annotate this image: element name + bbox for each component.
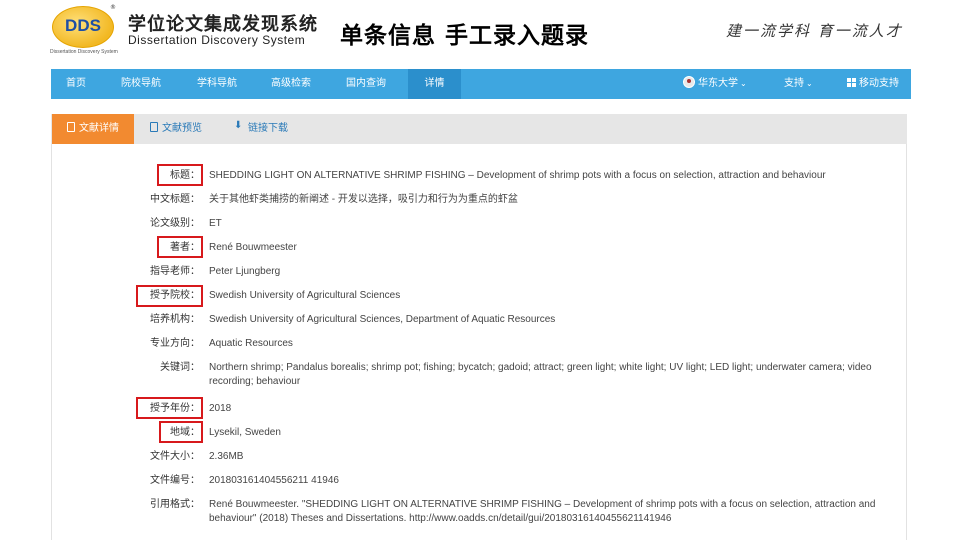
detail-value[interactable]: Northern shrimp; Pandalus borealis; shri…: [209, 361, 899, 389]
highlight-box-author: [157, 236, 203, 258]
nav-details[interactable]: 详情: [408, 69, 461, 99]
user-menu[interactable]: 华东大学 ⌄: [683, 69, 747, 99]
detail-value: Aquatic Resources: [209, 338, 293, 349]
detail-value[interactable]: Peter Ljungberg: [209, 265, 280, 279]
mobile-label: 移动支持: [859, 78, 899, 89]
download-icon: [234, 120, 244, 132]
logo-subtext: Dissertation Discovery System: [50, 49, 118, 55]
detail-label: 指导老师：: [150, 266, 200, 277]
detail-label: 关键词：: [160, 362, 200, 373]
detail-value: SHEDDING LIGHT ON ALTERNATIVE SHRIMP FIS…: [209, 170, 826, 181]
preview-icon: [150, 122, 158, 132]
chevron-down-icon: ⌄: [806, 79, 813, 88]
nav-advanced-search[interactable]: 高级检索: [271, 69, 311, 99]
detail-label: 培养机构：: [150, 314, 200, 325]
page-header: DDS Dissertation Discovery System ® 学位论文…: [0, 0, 960, 68]
support-label: 支持: [784, 78, 804, 89]
system-name-en: Dissertation Discovery System: [128, 33, 306, 47]
tab-link-download[interactable]: 链接下载: [234, 114, 288, 144]
detail-value: 关于其他虾类捕捞的新阐述 - 开发以选择，吸引力和行为为重点的虾盆: [209, 194, 518, 205]
detail-value: 201803161404556211 41946: [209, 475, 339, 486]
detail-value[interactable]: René Bouwmeester: [209, 241, 297, 255]
detail-value: 2018: [209, 403, 232, 414]
detail-value: 2.36MB: [209, 451, 244, 462]
user-label: 华东大学: [698, 78, 738, 89]
university-slogan: 建一流学科 育一流人才: [726, 22, 903, 40]
highlight-box-institution: [136, 285, 203, 307]
nav-disciplines[interactable]: 学科导航: [197, 69, 237, 99]
document-icon: [67, 122, 75, 132]
support-menu[interactable]: 支持 ⌄: [784, 69, 813, 99]
detail-label: 论文级别：: [150, 218, 200, 229]
grid-icon: [847, 78, 856, 87]
nav-home[interactable]: 首页: [66, 69, 86, 99]
detail-label: 引用格式：: [150, 499, 200, 510]
tab-document-details[interactable]: 文献详情: [52, 114, 134, 144]
detail-label: 中文标题：: [150, 194, 200, 205]
detail-value: ET: [209, 218, 222, 229]
tab-document-preview[interactable]: 文献预览: [150, 114, 202, 144]
detail-value[interactable]: Swedish University of Agricultural Scien…: [209, 289, 400, 303]
detail-label: 文件编号：: [150, 475, 200, 486]
highlight-box-year: [136, 397, 203, 419]
detail-label: 专业方向：: [150, 338, 200, 349]
avatar-icon: [683, 76, 695, 88]
detail-value: Lysekil, Sweden: [209, 427, 281, 438]
detail-value[interactable]: René Bouwmeester. "SHEDDING LIGHT ON ALT…: [209, 498, 889, 526]
logo-text: DDS: [65, 16, 101, 35]
dds-logo[interactable]: DDS Dissertation Discovery System: [50, 6, 118, 56]
tab-label: 链接下载: [248, 123, 288, 134]
highlight-box-title: [157, 164, 203, 186]
main-nav: 首页 院校导航 学科导航 高级检索 国内查询 详情 华东大学 ⌄ 支持 ⌄ 移动支持: [51, 69, 911, 99]
slide-title: 单条信息 手工录入题录: [340, 23, 590, 49]
detail-label: 文件大小：: [150, 451, 200, 462]
nav-domestic-search[interactable]: 国内查询: [346, 69, 386, 99]
nav-institutions[interactable]: 院校导航: [121, 69, 161, 99]
registered-mark: ®: [110, 4, 116, 11]
detail-value: Swedish University of Agricultural Scien…: [209, 314, 556, 325]
chevron-down-icon: ⌄: [740, 79, 747, 88]
tab-label: 文献预览: [162, 123, 202, 134]
mobile-support-link[interactable]: 移动支持: [847, 69, 899, 99]
highlight-box-region: [159, 421, 203, 443]
tab-label: 文献详情: [79, 123, 119, 134]
